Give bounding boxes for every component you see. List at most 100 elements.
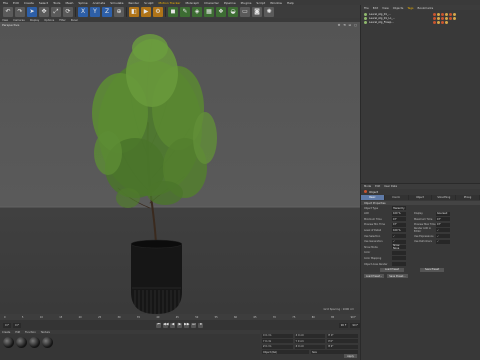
attribute-value[interactable]: ✓ bbox=[436, 228, 450, 233]
attribute-value[interactable]: 0 F bbox=[392, 217, 406, 222]
material-tag-icon[interactable] bbox=[441, 20, 444, 24]
material-tag-icon[interactable] bbox=[445, 12, 448, 16]
attribute-value[interactable]: 0 F bbox=[436, 222, 450, 227]
tab-smoothing[interactable]: Smoothing bbox=[432, 195, 457, 200]
z-axis-icon[interactable]: Z bbox=[102, 6, 112, 17]
material-swatch-3[interactable] bbox=[29, 337, 40, 348]
start-frame-field[interactable]: 0 F bbox=[3, 322, 11, 328]
material-tag-icon[interactable] bbox=[441, 16, 444, 20]
coordinate-field[interactable]: Y 0 cm bbox=[294, 339, 326, 343]
preset-action-button[interactable]: Save Preset... bbox=[387, 274, 408, 279]
material-tag-icon[interactable] bbox=[445, 20, 448, 24]
menu-item-select[interactable]: Select bbox=[39, 1, 48, 5]
object-menu-edit[interactable]: Edit bbox=[373, 6, 378, 10]
render-icon[interactable]: ▶ bbox=[141, 6, 151, 17]
menu-item-sculpt[interactable]: Sculpt bbox=[144, 1, 153, 5]
coordinate-field[interactable]: Y 0 cm bbox=[262, 339, 293, 343]
menu-item-create[interactable]: Create bbox=[24, 1, 34, 5]
attribute-value[interactable]: 100 % bbox=[392, 228, 406, 233]
attribute-value[interactable]: Hierarchy bbox=[392, 206, 406, 211]
load-preset-button[interactable]: Load Preset bbox=[380, 267, 404, 272]
attribute-value[interactable]: 0 F bbox=[436, 217, 450, 222]
menu-item-window[interactable]: Window bbox=[270, 1, 282, 5]
menu-item-render[interactable]: Render bbox=[128, 1, 139, 5]
deformer-icon[interactable]: ◒ bbox=[228, 6, 238, 17]
material-menu-edit[interactable]: Edit bbox=[15, 331, 20, 334]
menu-item-mograph[interactable]: MoGraph bbox=[185, 1, 199, 5]
coordinate-field[interactable]: H 0° bbox=[327, 333, 359, 338]
coordinate-field[interactable]: Z 0 cm bbox=[294, 344, 326, 349]
object-menu-file[interactable]: File bbox=[364, 6, 369, 10]
playback-button[interactable]: ⏮ bbox=[156, 322, 162, 328]
floor-icon[interactable]: ▭ bbox=[240, 6, 250, 17]
attribute-value[interactable] bbox=[392, 262, 406, 267]
redo-icon[interactable]: ↷ bbox=[15, 6, 25, 17]
menu-item-pipeline[interactable]: Pipeline bbox=[224, 1, 236, 5]
tab-basic[interactable]: Basic bbox=[361, 195, 385, 200]
scale-icon[interactable]: ⤢ bbox=[51, 6, 61, 17]
object-menu-objects[interactable]: Objects bbox=[393, 6, 404, 10]
menu-item-motion-tracker[interactable]: Motion Tracker bbox=[159, 1, 181, 5]
select-icon[interactable]: ➤ bbox=[27, 6, 37, 17]
attribute-value[interactable]: ✓ bbox=[436, 239, 450, 244]
light-icon[interactable]: ✺ bbox=[264, 6, 274, 17]
attribute-value[interactable]: Gouraud bbox=[436, 211, 450, 216]
max-frame-field[interactable]: 90 F bbox=[350, 322, 360, 328]
coordinate-field[interactable]: B 0° bbox=[327, 344, 359, 349]
playback-button[interactable]: ▶ bbox=[177, 322, 183, 328]
menu-item-simulate[interactable]: Simulate bbox=[110, 1, 123, 5]
menu-item-file[interactable]: File bbox=[3, 1, 8, 5]
material-menu-texture[interactable]: Texture bbox=[41, 331, 50, 334]
cube-icon[interactable]: ◼ bbox=[168, 6, 178, 17]
array-icon[interactable]: ▦ bbox=[204, 6, 214, 17]
material-tag-icon[interactable] bbox=[441, 12, 444, 16]
menu-item-mesh[interactable]: Mesh bbox=[65, 1, 73, 5]
material-tag-icon[interactable] bbox=[437, 12, 440, 16]
menu-item-spline[interactable]: Spline bbox=[78, 1, 87, 5]
material-swatch-4[interactable] bbox=[42, 337, 53, 348]
material-tag-icon[interactable] bbox=[449, 12, 452, 16]
menu-item-tools[interactable]: Tools bbox=[53, 1, 60, 5]
object-row[interactable]: Laurel_Alg_Flowp... bbox=[361, 20, 480, 24]
attribute-menu-edit[interactable]: Edit bbox=[375, 185, 380, 188]
menu-item-character[interactable]: Character bbox=[204, 1, 219, 5]
material-tag-icon[interactable] bbox=[433, 12, 436, 16]
attribute-value[interactable]: ✓ bbox=[392, 234, 406, 239]
coord-icon[interactable]: ⊕ bbox=[114, 6, 124, 17]
coordinate-mode-select[interactable]: Object (Rel) bbox=[262, 350, 309, 354]
menu-item-plugins[interactable]: Plugins bbox=[241, 1, 252, 5]
material-tag-icon[interactable] bbox=[449, 16, 452, 20]
perspective-viewport[interactable]: View Cameras Display Options Filter Panel Per… bbox=[0, 18, 360, 314]
material-tag-icon[interactable] bbox=[433, 16, 436, 20]
save-preset-button[interactable]: Save Preset bbox=[420, 267, 444, 272]
tab-phong[interactable]: Phong bbox=[456, 195, 480, 200]
material-swatch-2[interactable] bbox=[16, 337, 27, 348]
apply-button[interactable]: Apply bbox=[344, 354, 357, 358]
material-tag-icon[interactable] bbox=[433, 20, 436, 24]
attribute-menu-mode[interactable]: Mode bbox=[364, 185, 371, 188]
current-frame-field[interactable]: 0 F bbox=[12, 322, 21, 328]
rotate-icon[interactable]: ⟳ bbox=[63, 6, 73, 17]
attribute-value[interactable]: Show None bbox=[392, 244, 406, 250]
attribute-value[interactable]: ✓ bbox=[436, 234, 450, 239]
material-tag-icon[interactable] bbox=[437, 16, 440, 20]
menu-item-script[interactable]: Script bbox=[256, 1, 265, 5]
material-tag-icon[interactable] bbox=[445, 16, 448, 20]
material-swatch-1[interactable] bbox=[3, 337, 14, 348]
attribute-menu-user-data[interactable]: User Data bbox=[384, 185, 397, 188]
object-menu-tags[interactable]: Tags bbox=[407, 6, 413, 10]
material-tag-icon[interactable] bbox=[437, 20, 440, 24]
coordinate-field[interactable]: X 0 cm bbox=[262, 333, 293, 338]
attribute-value[interactable]: ✓ bbox=[392, 239, 406, 244]
object-menu-view[interactable]: View bbox=[382, 6, 389, 10]
attribute-value[interactable] bbox=[392, 250, 406, 255]
coordinate-field[interactable]: Z 0 cm bbox=[262, 344, 293, 349]
render-settings-icon[interactable]: ⚙ bbox=[153, 6, 163, 17]
attribute-value[interactable]: 0 F bbox=[392, 222, 406, 227]
end-frame-field[interactable]: 90 F bbox=[338, 322, 349, 328]
y-axis-icon[interactable]: Y bbox=[90, 6, 100, 17]
subdivision-icon[interactable]: ◈ bbox=[192, 6, 202, 17]
move-icon[interactable]: ✥ bbox=[39, 6, 49, 17]
object-menu-bookmarks[interactable]: Bookmarks bbox=[418, 6, 434, 10]
cloner-icon[interactable]: ❖ bbox=[216, 6, 226, 17]
